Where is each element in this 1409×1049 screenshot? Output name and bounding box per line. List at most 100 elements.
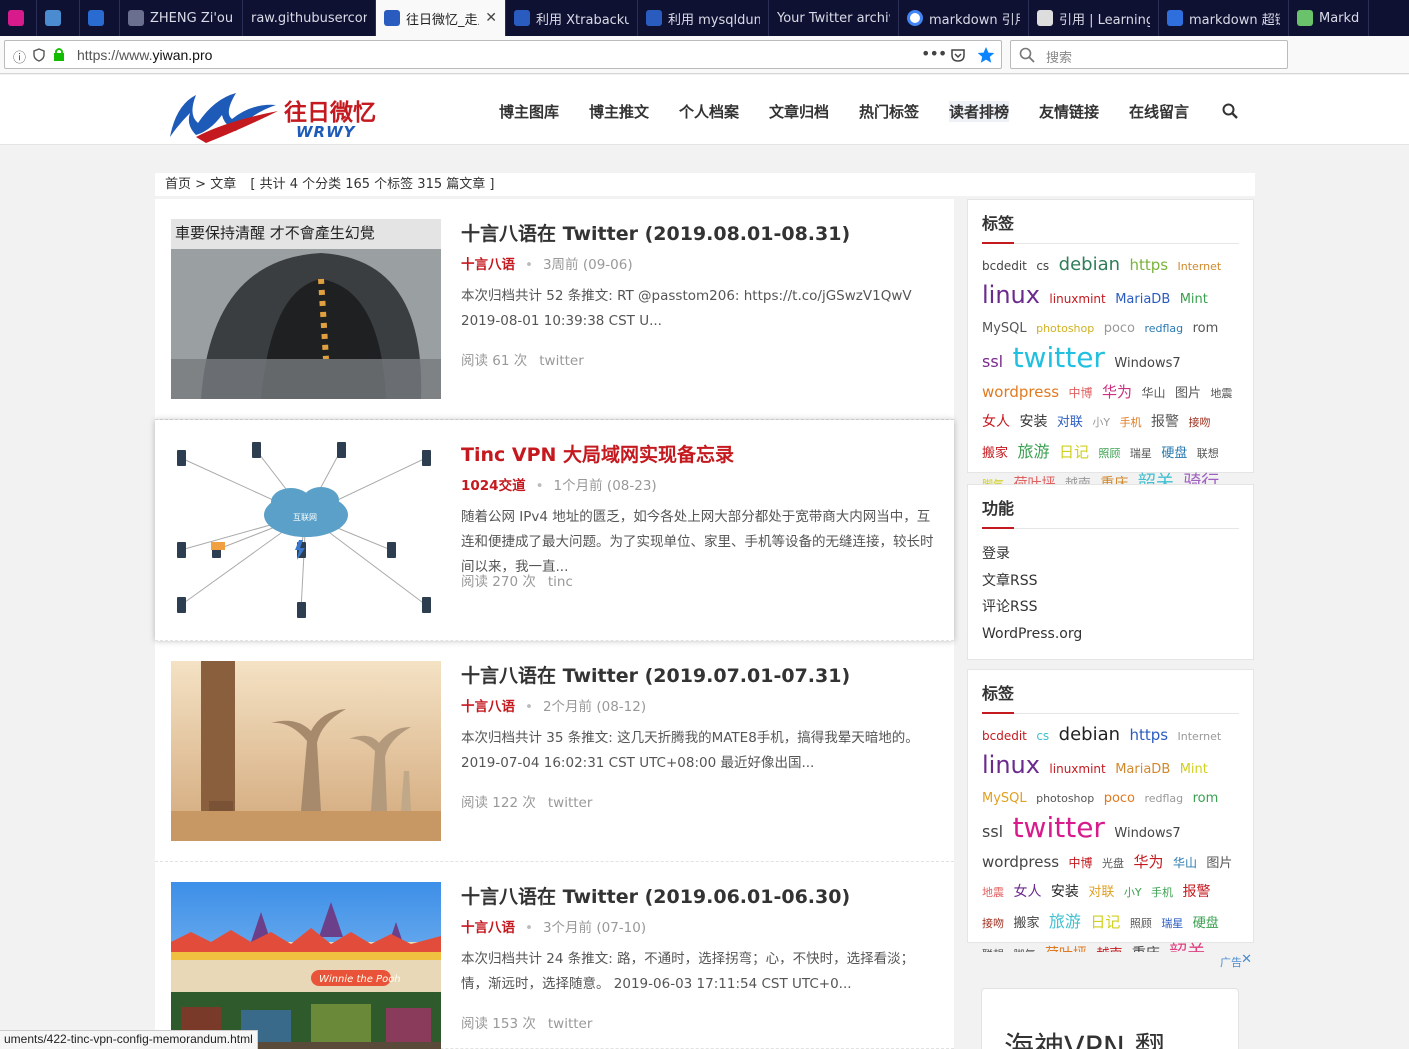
tag-link[interactable]: 日记	[1090, 913, 1120, 931]
nav-item[interactable]: 博主推文	[589, 101, 649, 122]
function-link[interactable]: 文章RSS	[982, 568, 1082, 595]
tag-link[interactable]: 安装	[1019, 414, 1047, 430]
post-title[interactable]: 十言八语在 Twitter (2019.06.01-06.30)	[461, 882, 850, 909]
tag-link[interactable]: 图片	[1206, 856, 1232, 871]
tag-link[interactable]: 图片	[1175, 386, 1201, 401]
browser-tab[interactable]: markdown 引用	[899, 0, 1029, 36]
tag-link[interactable]: 瑞星	[1161, 917, 1183, 930]
tag-link[interactable]: wordpress	[982, 383, 1059, 401]
tag-link[interactable]: 搬家	[1013, 916, 1039, 931]
tag-link[interactable]: linuxmint	[1049, 762, 1105, 776]
tag-link[interactable]: twitter	[1013, 811, 1105, 844]
tag-link[interactable]: 日记	[1059, 443, 1089, 461]
tag-link[interactable]: 手机	[1120, 416, 1142, 429]
tag-link[interactable]: ssl	[982, 822, 1003, 841]
ad-close-icon[interactable]: ✕	[1241, 952, 1252, 967]
tag-link[interactable]: 对联	[1088, 885, 1114, 900]
tag-link[interactable]: cs	[1036, 729, 1049, 743]
nav-item[interactable]: 在线留言	[1129, 101, 1189, 122]
tag-link[interactable]: cs	[1036, 259, 1049, 273]
tag-link[interactable]: https	[1129, 256, 1168, 274]
post-category[interactable]: 十言八语	[461, 920, 515, 936]
tag-link[interactable]: 小Y	[1092, 416, 1110, 429]
tag-link[interactable]: 手机	[1151, 886, 1173, 899]
tag-link[interactable]: 华为	[1133, 853, 1163, 871]
tag-link[interactable]: 华为	[1102, 383, 1132, 401]
tag-link[interactable]: 接吻	[1188, 416, 1210, 429]
tag-link[interactable]: twitter	[1013, 341, 1105, 374]
tag-link[interactable]: poco	[1104, 321, 1135, 336]
tag-link[interactable]: 地震	[1210, 387, 1232, 400]
url-text[interactable]: https://www.yiwan.pro	[77, 47, 212, 63]
post-category[interactable]: 十言八语	[461, 699, 515, 715]
tag-link[interactable]: photoshop	[1036, 322, 1094, 335]
ad-card[interactable]: 海神VPN 翻	[981, 988, 1239, 1049]
tag-link[interactable]: 女人	[982, 414, 1010, 430]
tag-link[interactable]: redflag	[1144, 322, 1183, 335]
post-tag[interactable]: twitter	[548, 795, 593, 811]
tracking-shield-icon[interactable]	[33, 48, 45, 62]
tag-link[interactable]: debian	[1059, 254, 1120, 275]
tag-link[interactable]: 旅游	[1017, 442, 1049, 461]
page-actions-icon[interactable]: •••	[921, 44, 947, 63]
tag-link[interactable]: rom	[1193, 321, 1219, 336]
browser-tab[interactable]: 利用 Xtrabackup	[506, 0, 638, 36]
tag-link[interactable]: 联想	[1197, 447, 1219, 460]
tag-link[interactable]: poco	[1104, 791, 1135, 806]
tag-link[interactable]: linuxmint	[1049, 292, 1105, 306]
browser-tab[interactable]: ZHENG Zi'ou	[120, 0, 243, 36]
tag-link[interactable]: Mint	[1180, 292, 1208, 307]
post-tag[interactable]: tinc	[548, 574, 573, 590]
post-title[interactable]: 十言八语在 Twitter (2019.08.01-08.31)	[461, 219, 850, 246]
tag-link[interactable]: 华山	[1173, 856, 1197, 870]
browser-tab[interactable]: Markdown	[1289, 0, 1369, 36]
tag-link[interactable]: 瑞星	[1130, 447, 1152, 460]
tag-link[interactable]: 中博	[1069, 386, 1093, 400]
site-logo[interactable]: 往日微忆 WRWY	[166, 85, 386, 147]
browser-tab[interactable]: 利用 mysqldump	[638, 0, 769, 36]
tag-link[interactable]: bcdedit	[982, 259, 1027, 273]
tag-link[interactable]: Mint	[1180, 762, 1208, 777]
browser-tab[interactable]	[80, 0, 120, 36]
function-link[interactable]: 评论RSS	[982, 594, 1082, 621]
bookmark-star-icon[interactable]	[977, 46, 995, 64]
tag-link[interactable]: wordpress	[982, 853, 1059, 871]
browser-tab[interactable]: 引用 | Learning-	[1029, 0, 1159, 36]
tag-link[interactable]: 硬盘	[1161, 446, 1187, 461]
tag-link[interactable]: linux	[982, 281, 1040, 309]
post-category[interactable]: 1024交道	[461, 478, 526, 494]
post-thumbnail[interactable]: 車要保持清醒 才不會產生幻覺	[171, 219, 441, 399]
tag-link[interactable]: photoshop	[1036, 792, 1094, 805]
tag-link[interactable]: MariaDB	[1115, 762, 1170, 777]
post-thumbnail[interactable]	[171, 661, 441, 841]
tag-link[interactable]: 搬家	[982, 446, 1008, 461]
tag-link[interactable]: MariaDB	[1115, 292, 1170, 307]
nav-item[interactable]: 友情链接	[1039, 101, 1099, 122]
tag-link[interactable]: MySQL	[982, 321, 1027, 336]
tag-link[interactable]: 地震	[982, 886, 1004, 899]
pocket-icon[interactable]	[950, 48, 966, 63]
url-bar[interactable]: ⓘ https://www.yiwan.pro •••	[4, 40, 1002, 69]
tag-link[interactable]: 中博	[1069, 856, 1093, 870]
breadcrumb-home[interactable]: 首页	[165, 177, 191, 192]
post-tag[interactable]: twitter	[548, 1016, 593, 1032]
tag-link[interactable]: Internet	[1178, 730, 1222, 743]
info-icon[interactable]: ⓘ	[13, 47, 26, 66]
tag-link[interactable]: 报警	[1151, 414, 1179, 430]
tag-link[interactable]: 照顾	[1098, 447, 1120, 460]
post-title[interactable]: 十言八语在 Twitter (2019.07.01-07.31)	[461, 661, 850, 688]
tag-link[interactable]: 光盘	[1102, 857, 1124, 870]
post-title[interactable]: Tinc VPN 大局域网实现备忘录	[461, 440, 734, 467]
tag-link[interactable]: bcdedit	[982, 729, 1027, 743]
post-tag[interactable]: twitter	[539, 353, 584, 369]
tag-link[interactable]: ssl	[982, 352, 1003, 371]
browser-tab[interactable]: Your Twitter archive	[769, 0, 899, 36]
search-bar[interactable]: 搜索	[1010, 40, 1288, 69]
browser-tab[interactable]	[37, 0, 80, 36]
post-thumbnail[interactable]: Winnie the Pooh	[171, 882, 441, 1049]
tag-link[interactable]: rom	[1193, 791, 1219, 806]
nav-item[interactable]: 博主图库	[499, 101, 559, 122]
tag-link[interactable]: Internet	[1178, 260, 1222, 273]
tag-link[interactable]: MySQL	[982, 791, 1027, 806]
close-tab-icon[interactable]: ✕	[485, 10, 497, 26]
